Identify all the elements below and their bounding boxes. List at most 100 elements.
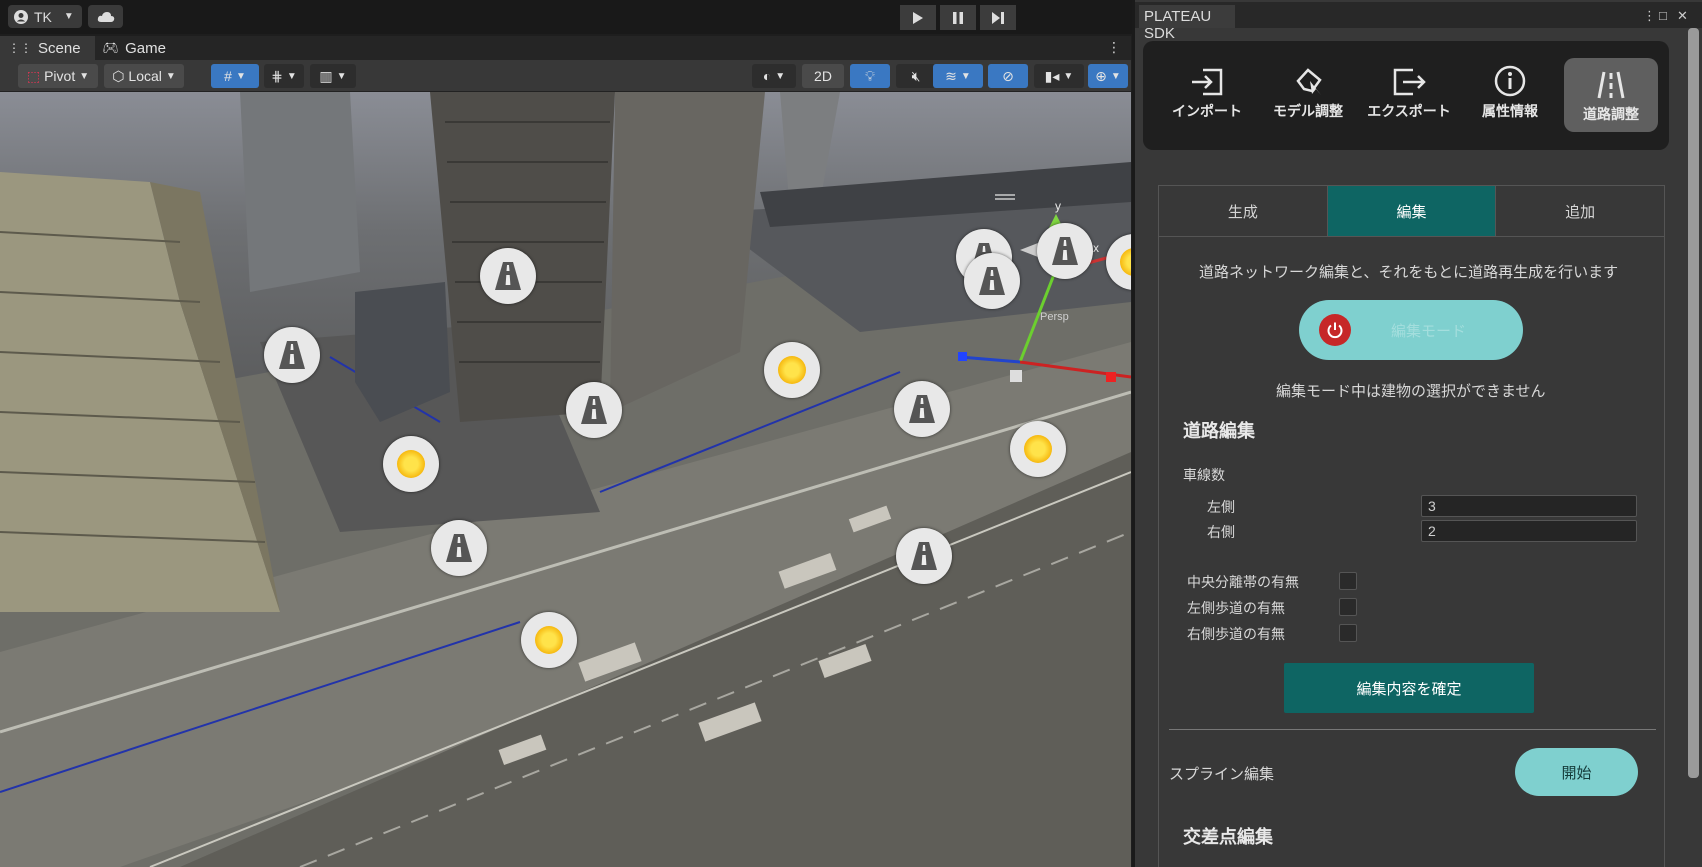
nav-import[interactable]: インポート xyxy=(1160,59,1254,129)
nav-attribute-info-label: 属性情報 xyxy=(1482,103,1538,119)
camera-dropdown[interactable]: ▮◂ ▼ xyxy=(1034,64,1084,88)
road-mode-tabs: 生成 編集 追加 xyxy=(1158,185,1665,237)
kebab-menu-icon[interactable]: ⋮ xyxy=(1107,39,1121,56)
road-node-marker[interactable] xyxy=(896,528,952,584)
road-node-marker[interactable] xyxy=(566,382,622,438)
power-icon xyxy=(1319,314,1351,346)
sun-icon xyxy=(1024,435,1052,463)
pause-button[interactable] xyxy=(940,5,976,30)
left-lanes-field[interactable] xyxy=(1421,495,1637,517)
right-sidewalk-checkbox[interactable] xyxy=(1339,624,1357,642)
sphere-icon: ◐ xyxy=(762,68,772,84)
camera-icon: ▮◂ xyxy=(1044,67,1060,84)
grid-snap-button[interactable]: # ▼ xyxy=(211,64,259,88)
local-dropdown[interactable]: ⬡ Local ▼ xyxy=(104,64,184,88)
gizmos-dropdown[interactable]: ⊕ ▼ xyxy=(1088,64,1128,88)
sun-icon xyxy=(535,626,563,654)
sun-icon xyxy=(397,450,425,478)
lighting-toggle[interactable]: 💡︎ xyxy=(850,64,890,88)
road-node-marker[interactable] xyxy=(480,248,536,304)
road-node-marker[interactable] xyxy=(1037,223,1093,279)
cube-icon: ⬡ xyxy=(112,67,125,84)
import-icon xyxy=(1192,68,1223,96)
confirm-edit-button[interactable]: 編集内容を確定 xyxy=(1284,663,1534,713)
left-sidewalk-checkbox[interactable] xyxy=(1339,598,1357,616)
chevron-down-icon: ▼ xyxy=(63,11,74,22)
pivot-dropdown[interactable]: ⬚ Pivot ▼ xyxy=(18,64,98,88)
audio-toggle[interactable]: 🔇︎ xyxy=(896,64,936,88)
road-node-marker[interactable] xyxy=(964,253,1020,309)
intersection-marker[interactable] xyxy=(764,342,820,398)
ruler-button[interactable]: ▥ ▼ xyxy=(310,64,356,88)
play-icon xyxy=(913,11,923,24)
edit-mode-toggle[interactable]: 編集モード xyxy=(1299,300,1523,360)
account-dropdown[interactable]: TK ▼ xyxy=(8,5,82,28)
scrollbar[interactable] xyxy=(1688,28,1699,778)
lanes-label: 車線数 xyxy=(1183,467,1225,483)
intersection-marker[interactable] xyxy=(521,612,577,668)
left-lanes-label: 左側 xyxy=(1207,499,1235,515)
effects-dropdown[interactable]: ≋ ▼ xyxy=(933,64,983,88)
2d-toggle[interactable]: 2D xyxy=(802,64,844,88)
visibility-toggle[interactable]: ⊘ xyxy=(988,64,1028,88)
model-adjust-icon xyxy=(1296,68,1322,95)
nav-road-adjust-label: 道路調整 xyxy=(1583,106,1639,122)
info-icon xyxy=(1494,65,1526,97)
tab-add[interactable]: 追加 xyxy=(1496,186,1664,236)
tab-edit[interactable]: 編集 xyxy=(1327,186,1497,236)
shading-mode-button[interactable]: ◐ ▼ xyxy=(752,64,796,88)
road-node-marker[interactable] xyxy=(264,327,320,383)
intersection-edit-header: 交差点編集 xyxy=(1183,827,1273,847)
edit-content: 道路ネットワーク編集と、それをもとに道路再生成を行います 編集モード 編集モード… xyxy=(1158,237,1665,867)
scene-toolbar: ⬚ Pivot ▼ ⬡ Local ▼ # ▼ ⋕ ▼ ▥ ▼ ◐ ▼ 2D 💡︎ 🔇︎… xyxy=(0,60,1131,92)
edit-mode-note: 編集モード中は建物の選択ができません xyxy=(1276,383,1546,400)
step-icon xyxy=(992,11,1004,24)
play-button[interactable] xyxy=(900,5,936,30)
intersection-marker[interactable] xyxy=(383,436,439,492)
plateau-sdk-panel: PLATEAU SDK ⋮ □ ✕ インポート モデル調整 エクスポート 属性情… xyxy=(1132,0,1702,867)
median-checkbox[interactable] xyxy=(1339,572,1357,590)
right-lanes-label: 右側 xyxy=(1207,524,1235,540)
grid-icon: ⋮⋮ xyxy=(8,41,32,55)
cloud-icon xyxy=(97,11,114,22)
nav-road-adjust[interactable]: 道路調整 xyxy=(1564,58,1658,132)
gizmo-icon: ⊕ xyxy=(1095,67,1107,84)
tab-generate[interactable]: 生成 xyxy=(1159,186,1328,236)
road-node-marker[interactable] xyxy=(894,381,950,437)
nav-model-adjust-label: モデル調整 xyxy=(1273,103,1343,119)
nav-attribute-info[interactable]: 属性情報 xyxy=(1463,59,1557,129)
tab-scene[interactable]: ⋮⋮ Scene xyxy=(0,36,95,60)
tab-game-label: Game xyxy=(125,39,166,57)
right-sidewalk-label: 右側歩道の有無 xyxy=(1187,626,1285,642)
close-icon[interactable]: ✕ xyxy=(1677,8,1688,24)
city-scene-image: y x Persp xyxy=(0,92,1131,867)
scene-viewport[interactable]: y x Persp xyxy=(0,92,1131,867)
road-icon xyxy=(446,534,472,562)
2d-label: 2D xyxy=(814,68,832,84)
increment-snap-icon: ⋕ xyxy=(271,67,283,84)
maximize-icon[interactable]: □ xyxy=(1659,8,1667,23)
kebab-menu-icon[interactable]: ⋮ xyxy=(1643,8,1656,24)
mute-icon: 🔇︎ xyxy=(911,67,921,84)
edit-mode-label: 編集モード xyxy=(1391,322,1467,340)
pivot-label: Pivot xyxy=(44,68,76,84)
tab-game[interactable]: 🎮︎ Game xyxy=(95,36,180,60)
user-circle-icon xyxy=(14,9,28,24)
right-lanes-field[interactable] xyxy=(1421,520,1637,542)
cloud-button[interactable] xyxy=(88,5,123,28)
sdk-tab-bar: PLATEAU SDK ⋮ □ ✕ xyxy=(1135,2,1702,42)
export-icon xyxy=(1393,68,1426,96)
chevron-down-icon: ▼ xyxy=(165,70,176,82)
local-label: Local xyxy=(128,68,162,84)
intersection-marker[interactable] xyxy=(1010,421,1066,477)
road-icon xyxy=(911,542,937,570)
spline-start-button[interactable]: 開始 xyxy=(1515,748,1638,796)
nav-model-adjust[interactable]: モデル調整 xyxy=(1261,59,1355,129)
nav-export[interactable]: エクスポート xyxy=(1362,59,1456,129)
road-node-marker[interactable] xyxy=(431,520,487,576)
pivot-icon: ⬚ xyxy=(26,67,41,84)
tab-scene-label: Scene xyxy=(38,39,81,57)
step-button[interactable] xyxy=(980,5,1016,30)
sdk-window-tab[interactable]: PLATEAU SDK xyxy=(1139,5,1235,42)
increment-snap-button[interactable]: ⋕ ▼ xyxy=(264,64,304,88)
